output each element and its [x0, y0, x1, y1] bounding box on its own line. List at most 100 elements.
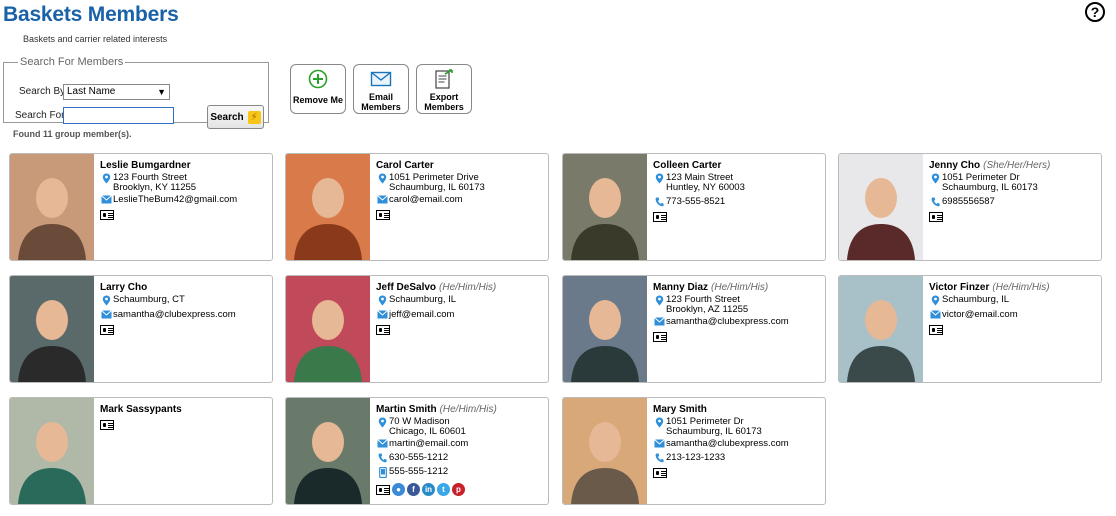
member-email[interactable]: carol@email.com — [389, 194, 463, 205]
member-phone[interactable]: 213-123-1233 — [666, 452, 725, 463]
member-detail-text[interactable]: 6985556587 — [942, 197, 995, 207]
mobile-phone-icon — [376, 467, 389, 478]
member-email[interactable]: samantha@clubexpress.com — [666, 438, 789, 449]
member-phone[interactable]: 630-555-1212 — [389, 452, 448, 463]
member-photo[interactable] — [839, 276, 923, 382]
vcard-icon[interactable] — [653, 468, 667, 478]
vcard-icon[interactable] — [376, 325, 390, 335]
email-members-label-2: Members — [361, 102, 401, 112]
member-name[interactable]: Mark Sassypants — [100, 404, 182, 415]
location-pin-icon — [376, 295, 389, 306]
member-card[interactable]: Martin Smith (He/Him/His) 70 W Madison Chic… — [285, 397, 549, 505]
member-info: Victor Finzer (He/Him/His) Schaumburg, IL v… — [929, 282, 1097, 338]
envelope-icon — [376, 439, 389, 448]
member-card[interactable]: Larry Cho Schaumburg, CT samantha@clubexpr… — [9, 275, 273, 383]
export-document-icon — [435, 69, 453, 89]
vcard-icon[interactable] — [376, 484, 390, 495]
member-card[interactable]: Victor Finzer (He/Him/His) Schaumburg, IL v… — [838, 275, 1102, 383]
member-photo[interactable] — [563, 398, 647, 504]
member-card[interactable]: Carol Carter 1051 Perimeter Drive Schaumbu… — [285, 153, 549, 261]
member-detail-text[interactable]: carol@email.com — [389, 195, 463, 205]
email-members-button[interactable]: Email Members — [353, 64, 409, 114]
twitter-icon[interactable]: t — [437, 483, 450, 496]
member-name[interactable]: Victor Finzer — [929, 282, 989, 293]
member-detail-text[interactable]: victor@email.com — [942, 310, 1018, 320]
vcard-icon[interactable] — [100, 420, 114, 430]
search-button[interactable]: Search ⚡ — [207, 105, 264, 129]
member-photo[interactable] — [286, 398, 370, 504]
member-detail-text[interactable]: samantha@clubexpress.com — [113, 310, 236, 320]
member-phone[interactable]: 773-555-8521 — [666, 196, 725, 207]
member-detail-text[interactable]: martin@email.com — [389, 439, 468, 449]
facebook-icon[interactable]: f — [407, 483, 420, 496]
member-card[interactable]: Colleen Carter 123 Main Street Huntley, NY… — [562, 153, 826, 261]
website-globe-icon[interactable]: ● — [392, 483, 405, 496]
member-photo[interactable] — [10, 276, 94, 382]
member-photo[interactable] — [563, 276, 647, 382]
member-detail-text[interactable]: 213-123-1233 — [666, 453, 725, 463]
member-name[interactable]: Larry Cho — [100, 282, 147, 293]
member-detail-text: 123 Main Street Huntley, NY 60003 — [666, 173, 745, 193]
member-card[interactable]: Mary Smith 1051 Perimeter Dr Schaumburg, I… — [562, 397, 826, 505]
member-card[interactable]: Mark Sassypants — [9, 397, 273, 505]
vcard-icon[interactable] — [929, 325, 943, 335]
member-mobile[interactable]: 555-555-1212 — [389, 466, 448, 477]
member-photo[interactable] — [10, 154, 94, 260]
member-name[interactable]: Jenny Cho — [929, 160, 980, 171]
member-photo[interactable] — [286, 276, 370, 382]
member-name[interactable]: Leslie Bumgardner — [100, 160, 191, 171]
member-card[interactable]: Jenny Cho (She/Her/Hers) 1051 Perimeter Dr… — [838, 153, 1102, 261]
member-email[interactable]: LeslieTheBum42@gmail.com — [113, 194, 237, 205]
member-name[interactable]: Colleen Carter — [653, 160, 721, 171]
member-detail-text[interactable]: samantha@clubexpress.com — [666, 439, 789, 449]
vcard-icon[interactable] — [100, 325, 114, 335]
member-photo[interactable] — [10, 398, 94, 504]
vcard-icon[interactable] — [929, 212, 943, 222]
remove-me-button[interactable]: Remove Me — [290, 64, 346, 114]
member-email[interactable]: samantha@clubexpress.com — [666, 316, 789, 327]
member-photo[interactable] — [839, 154, 923, 260]
member-detail-text[interactable]: LeslieTheBum42@gmail.com — [113, 195, 237, 205]
member-email[interactable]: victor@email.com — [942, 309, 1018, 320]
member-detail-text[interactable]: jeff@email.com — [389, 310, 454, 320]
member-card[interactable]: Leslie Bumgardner 123 Fourth Street Brookl… — [9, 153, 273, 261]
member-name[interactable]: Jeff DeSalvo — [376, 282, 436, 293]
member-detail-row: 773-555-8521 — [653, 197, 821, 207]
vcard-icon[interactable] — [653, 212, 667, 222]
linkedin-icon[interactable]: in — [422, 483, 435, 496]
member-name-line: Martin Smith (He/Him/His) — [376, 404, 544, 415]
member-detail-text[interactable]: 630-555-1212 — [389, 453, 448, 463]
search-for-label: Search For — [15, 110, 65, 121]
member-detail-text[interactable]: 773-555-8521 — [666, 197, 725, 207]
member-name[interactable]: Martin Smith — [376, 404, 437, 415]
vcard-icon[interactable] — [100, 210, 114, 220]
member-detail-row: 1051 Perimeter Drive Schaumburg, IL 60173 — [376, 173, 544, 193]
vcard-icon[interactable] — [653, 332, 667, 342]
member-phone[interactable]: 6985556587 — [942, 196, 995, 207]
member-photo[interactable] — [563, 154, 647, 260]
member-pronouns: (He/Him/His) — [439, 404, 497, 415]
member-detail-row: 123 Fourth Street Brooklyn, AZ 11255 — [653, 295, 821, 315]
member-name-line: Leslie Bumgardner — [100, 160, 268, 171]
member-email[interactable]: samantha@clubexpress.com — [113, 309, 236, 320]
member-detail-text: Schaumburg, IL — [389, 295, 456, 305]
member-detail-text[interactable]: samantha@clubexpress.com — [666, 317, 789, 327]
search-by-select[interactable]: Last Name ▼ — [63, 84, 170, 100]
search-button-label: Search — [210, 111, 244, 123]
help-icon[interactable]: ? — [1085, 2, 1105, 22]
search-input[interactable] — [63, 107, 174, 124]
export-members-button[interactable]: Export Members — [416, 64, 472, 114]
member-info: Jeff DeSalvo (He/Him/His) Schaumburg, IL je… — [376, 282, 544, 338]
member-card[interactable]: Jeff DeSalvo (He/Him/His) Schaumburg, IL je… — [285, 275, 549, 383]
member-photo[interactable] — [286, 154, 370, 260]
member-name[interactable]: Manny Diaz — [653, 282, 708, 293]
member-info: Leslie Bumgardner 123 Fourth Street Brookl… — [100, 160, 268, 223]
member-card[interactable]: Manny Diaz (He/Him/His) 123 Fourth Street B… — [562, 275, 826, 383]
vcard-icon[interactable] — [376, 210, 390, 220]
member-email[interactable]: jeff@email.com — [389, 309, 454, 320]
member-name[interactable]: Mary Smith — [653, 404, 707, 415]
member-email[interactable]: martin@email.com — [389, 438, 468, 449]
member-name[interactable]: Carol Carter — [376, 160, 434, 171]
pinterest-icon[interactable]: p — [452, 483, 465, 496]
member-detail-text[interactable]: 555-555-1212 — [389, 467, 448, 477]
